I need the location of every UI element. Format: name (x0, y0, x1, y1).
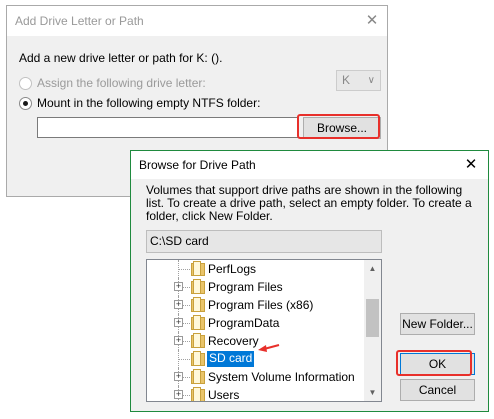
selected-path-field: C:\SD card (146, 230, 382, 253)
tree-connector (178, 359, 190, 360)
dialog-title: Browse for Drive Path (139, 158, 256, 172)
folder-icon (191, 315, 205, 331)
dialog-prompt: Add a new drive letter or path for K: ()… (19, 51, 223, 65)
folder-icon (191, 369, 205, 385)
cancel-button[interactable]: Cancel (400, 379, 475, 401)
folder-tree[interactable]: PerfLogs + Program Files + Program Files (x8… (146, 259, 382, 402)
tree-item[interactable]: + System Volume Information (147, 368, 365, 386)
pointer-arrow-icon (258, 344, 280, 352)
folder-icon (191, 297, 205, 313)
expand-icon[interactable]: + (174, 336, 183, 345)
tree-item[interactable]: + Program Files (147, 278, 365, 296)
assign-letter-label: Assign the following drive letter: (37, 76, 206, 90)
tree-scrollbar[interactable]: ▲ ▼ (364, 260, 381, 401)
tree-connector (178, 269, 190, 270)
mount-folder-radio[interactable] (19, 96, 32, 110)
tree-item[interactable]: PerfLogs (147, 260, 365, 278)
folder-icon (191, 279, 205, 295)
tree-item-label: System Volume Information (208, 370, 355, 384)
expand-icon[interactable]: + (174, 282, 183, 291)
tree-item[interactable]: + Recovery (147, 332, 365, 350)
tree-item-label: Program Files (x86) (208, 298, 314, 312)
scroll-thumb[interactable] (366, 299, 379, 337)
tree-item-label: SD card (207, 351, 255, 367)
dialog-title: Add Drive Letter or Path (15, 14, 144, 28)
browse-button-highlight (297, 114, 380, 139)
mount-folder-label: Mount in the following empty NTFS folder… (37, 96, 261, 110)
tree-item-label: Program Files (208, 280, 283, 294)
mount-folder-option[interactable]: Mount in the following empty NTFS folder… (19, 96, 260, 110)
tree-item-label: PerfLogs (208, 262, 257, 276)
dialog-description: Volumes that support drive paths are sho… (146, 183, 472, 223)
tree-item[interactable]: + Users (147, 386, 365, 402)
tree-item-label: ProgramData (208, 316, 280, 330)
expand-icon[interactable]: + (174, 390, 183, 399)
tree-item[interactable]: + Program Files (x86) (147, 296, 365, 314)
assign-letter-option[interactable]: Assign the following drive letter: (19, 76, 206, 90)
folder-icon (191, 387, 205, 401)
new-folder-button[interactable]: New Folder... (400, 313, 475, 335)
drive-letter-select[interactable]: K ∨ (336, 70, 381, 91)
tree-item-label: Recovery (208, 334, 259, 348)
scroll-up-icon[interactable]: ▲ (364, 260, 381, 277)
expand-icon[interactable]: + (174, 300, 183, 309)
title-bar: Browse for Drive Path ✕ (131, 151, 488, 179)
expand-icon[interactable]: + (174, 372, 183, 381)
title-bar: Add Drive Letter or Path ✕ (7, 6, 387, 36)
scroll-down-icon[interactable]: ▼ (364, 384, 381, 401)
folder-path-input[interactable] (37, 117, 299, 138)
tree-item-label: Users (208, 388, 240, 402)
folder-icon (191, 261, 205, 277)
tree-item[interactable]: + ProgramData (147, 314, 365, 332)
close-icon[interactable]: ✕ (460, 154, 482, 176)
drive-letter-value: K (342, 73, 351, 87)
expand-icon[interactable]: + (174, 318, 183, 327)
close-icon[interactable]: ✕ (361, 10, 383, 32)
ok-button-highlight (396, 350, 472, 376)
assign-letter-radio[interactable] (19, 76, 32, 90)
folder-tree-list: PerfLogs + Program Files + Program Files (x8… (147, 260, 365, 401)
folder-icon (191, 333, 205, 349)
tree-item[interactable]: SD card (147, 350, 365, 368)
folder-icon (191, 351, 205, 367)
chevron-down-icon: ∨ (367, 75, 375, 86)
